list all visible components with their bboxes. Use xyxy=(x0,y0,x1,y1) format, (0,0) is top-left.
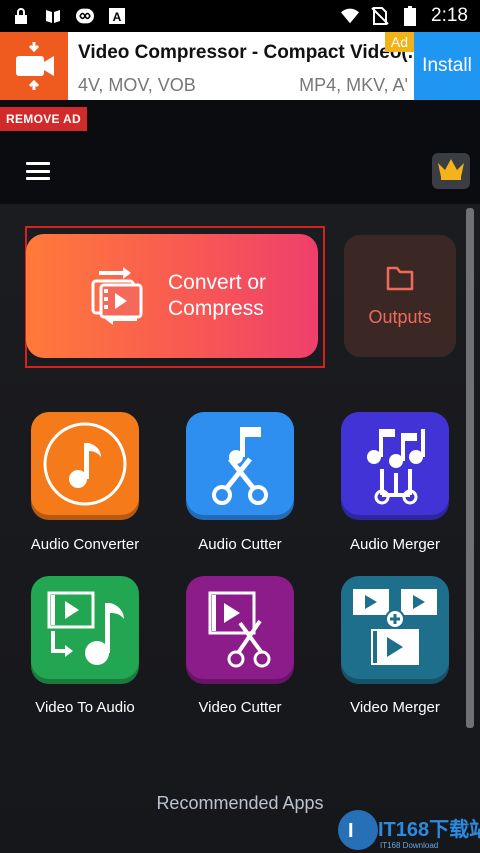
convert-label-line2: Compress xyxy=(168,297,264,320)
crown-icon xyxy=(436,157,466,186)
convert-compress-button[interactable]: Convert or Compress xyxy=(26,234,318,358)
audio-cutter-label: Audio Cutter xyxy=(198,536,282,553)
it168-watermark-logo: I IT168下载站 IT168 Download xyxy=(334,800,480,853)
music-notes-merge-icon xyxy=(352,419,438,514)
audio-converter-label: Audio Converter xyxy=(30,536,140,553)
battery-icon xyxy=(401,6,419,26)
clock: 2:18 xyxy=(431,5,468,26)
audio-merger-button[interactable] xyxy=(341,412,449,520)
video-compress-icon xyxy=(0,32,68,100)
ad-banner[interactable]: Video Compressor - Compact Video(... 4V,… xyxy=(0,32,480,100)
svg-text:A: A xyxy=(113,10,122,24)
convert-video-icon xyxy=(84,262,152,330)
music-note-icon xyxy=(40,419,130,514)
status-bar: A 2:18 xyxy=(0,0,480,32)
ad-subtitle-left: 4V, MOV, VOB xyxy=(78,75,196,95)
book-icon xyxy=(44,7,62,25)
ad-subtitle-right: MP4, MKV, A' xyxy=(299,75,408,95)
no-sim-icon xyxy=(371,7,389,25)
install-button[interactable]: Install xyxy=(414,32,480,100)
ad-badge: Ad xyxy=(384,32,414,52)
video-merger-button[interactable] xyxy=(341,576,449,684)
audio-converter-button[interactable] xyxy=(31,412,139,520)
outputs-button[interactable]: Outputs xyxy=(344,235,456,357)
video-to-audio-label: Video To Audio xyxy=(35,699,135,716)
convert-compress-label: Convert or Compress xyxy=(168,270,266,322)
infinity-icon xyxy=(76,7,94,25)
ad-title: Video Compressor - Compact Video(... xyxy=(78,42,414,63)
audio-cutter-button[interactable] xyxy=(186,412,294,520)
premium-button[interactable] xyxy=(432,153,470,189)
lock-icon xyxy=(12,7,30,25)
video-to-audio-button[interactable] xyxy=(31,576,139,684)
a-icon: A xyxy=(108,7,126,25)
outputs-label: Outputs xyxy=(368,307,432,327)
video-merger-label: Video Merger xyxy=(350,699,440,716)
svg-text:IT168下载站: IT168下载站 xyxy=(378,817,480,841)
folder-icon xyxy=(385,264,415,297)
video-cutter-button[interactable] xyxy=(186,576,294,684)
svg-text:IT168 Download: IT168 Download xyxy=(380,841,438,850)
convert-label-line1: Convert or xyxy=(168,271,267,294)
svg-text:I: I xyxy=(348,820,354,842)
remove-ad-button[interactable]: REMOVE AD xyxy=(0,107,87,131)
audio-merger-label: Audio Merger xyxy=(349,536,441,553)
video-merge-icon xyxy=(349,583,441,678)
scrollbar[interactable] xyxy=(466,208,474,728)
video-cutter-label: Video Cutter xyxy=(198,699,282,716)
video-scissors-icon xyxy=(200,583,280,678)
scissors-music-icon xyxy=(200,419,280,514)
video-to-audio-icon xyxy=(39,583,131,678)
wifi-icon xyxy=(341,7,360,25)
hamburger-menu-icon[interactable] xyxy=(26,162,50,180)
